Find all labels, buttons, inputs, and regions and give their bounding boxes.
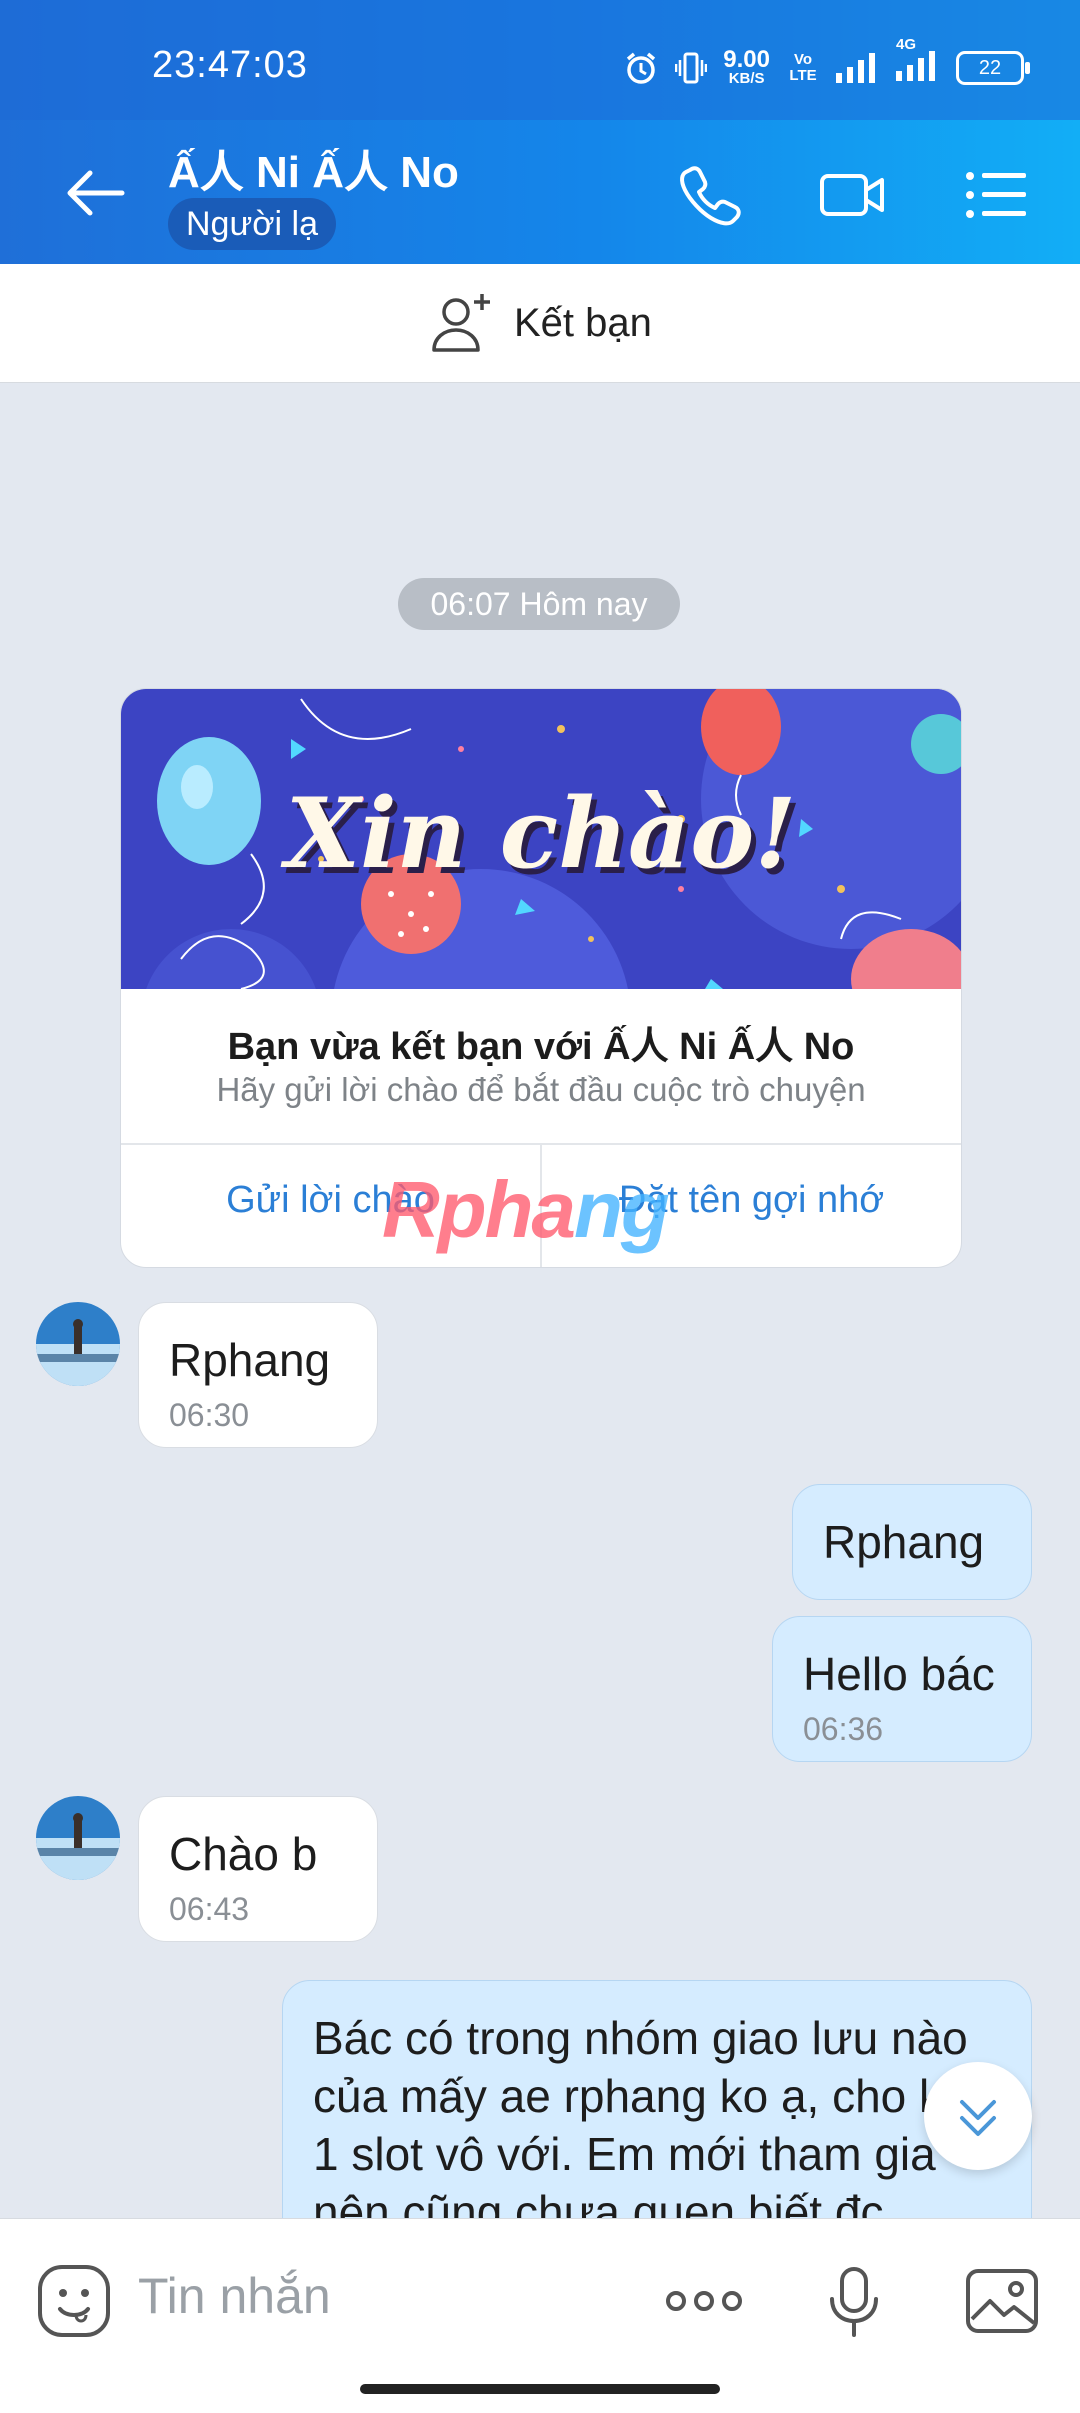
add-friend-label: Kết bạn xyxy=(514,300,652,345)
contact-avatar[interactable] xyxy=(36,1796,120,1880)
add-friend-icon xyxy=(432,294,490,352)
vibrate-icon xyxy=(675,52,708,84)
message-text: Hello bác xyxy=(803,1648,995,1700)
message-time: 06:36 xyxy=(803,1711,884,1747)
message-text: Rphang xyxy=(823,1516,985,1568)
add-friend-bar[interactable]: Kết bạn xyxy=(0,264,1080,383)
message-bubble-received[interactable]: Rphang 06:30 xyxy=(138,1302,378,1448)
message-text: Bác có trong nhóm giao lưu nào của mấy a… xyxy=(313,2012,968,2238)
battery-indicator: 22 xyxy=(956,51,1030,85)
greeting-banner-text: Xin chào! xyxy=(285,777,797,890)
message-bubble-sent[interactable]: Rphang xyxy=(792,1484,1032,1600)
message-input-bar: Tin nhắn xyxy=(0,2218,1080,2413)
status-time: 23:47:03 xyxy=(152,44,308,86)
contact-avatar[interactable] xyxy=(36,1302,120,1386)
alarm-icon xyxy=(627,52,656,84)
stranger-badge: Người lạ xyxy=(168,198,336,250)
message-bubble-sent[interactable]: Hello bác 06:36 xyxy=(772,1616,1032,1762)
message-time: 06:43 xyxy=(169,1891,250,1927)
image-gallery-icon[interactable] xyxy=(964,2263,1040,2339)
message-text: Rphang xyxy=(169,1334,331,1386)
volte-label: Vo LTE xyxy=(789,51,817,84)
net-speed: 9.00 KB/S xyxy=(723,46,770,87)
home-indicator xyxy=(360,2384,720,2394)
greeting-card-subtitle: Hãy gửi lời chào để bắt đầu cuộc trò chu… xyxy=(216,1071,866,1108)
contact-name[interactable]: Ấ人 Ni Ấ人 No xyxy=(168,136,459,200)
signal-4g-icon xyxy=(896,50,935,81)
message-bubble-received[interactable]: Chào b 06:43 xyxy=(138,1796,378,1942)
message-input[interactable]: Tin nhắn xyxy=(138,2267,331,2325)
signal-icon xyxy=(836,53,875,83)
add-friend-button[interactable]: Kết bạn xyxy=(430,288,652,358)
more-options-icon[interactable] xyxy=(664,2279,744,2323)
message-text: Chào b xyxy=(169,1828,318,1880)
phone-call-icon[interactable] xyxy=(674,160,744,230)
date-separator: 06:07 Hôm nay xyxy=(398,578,680,630)
scroll-to-bottom-button[interactable] xyxy=(924,2062,1032,2170)
message-time: 06:30 xyxy=(169,1397,250,1433)
double-chevron-down-icon xyxy=(960,2100,996,2136)
microphone-icon[interactable] xyxy=(826,2265,882,2341)
watermark-logo: Rphang xyxy=(382,1165,670,1254)
signal-4g: 4G xyxy=(896,36,940,88)
emoji-sticker-icon[interactable] xyxy=(36,2263,112,2339)
menu-list-icon[interactable] xyxy=(962,160,1032,230)
back-arrow-icon[interactable] xyxy=(62,160,128,226)
greeting-card-title: Bạn vừa kết bạn với Ấ人 Ni Ấ人 No xyxy=(227,1026,855,1068)
video-call-icon[interactable] xyxy=(818,160,888,230)
chat-header: 23:47:03 9.00 KB/S Vo LTE 4G 22 Ấ人 Ni Ấ人 … xyxy=(0,0,1080,264)
status-icons: 9.00 KB/S Vo LTE 4G 22 xyxy=(623,36,1030,90)
